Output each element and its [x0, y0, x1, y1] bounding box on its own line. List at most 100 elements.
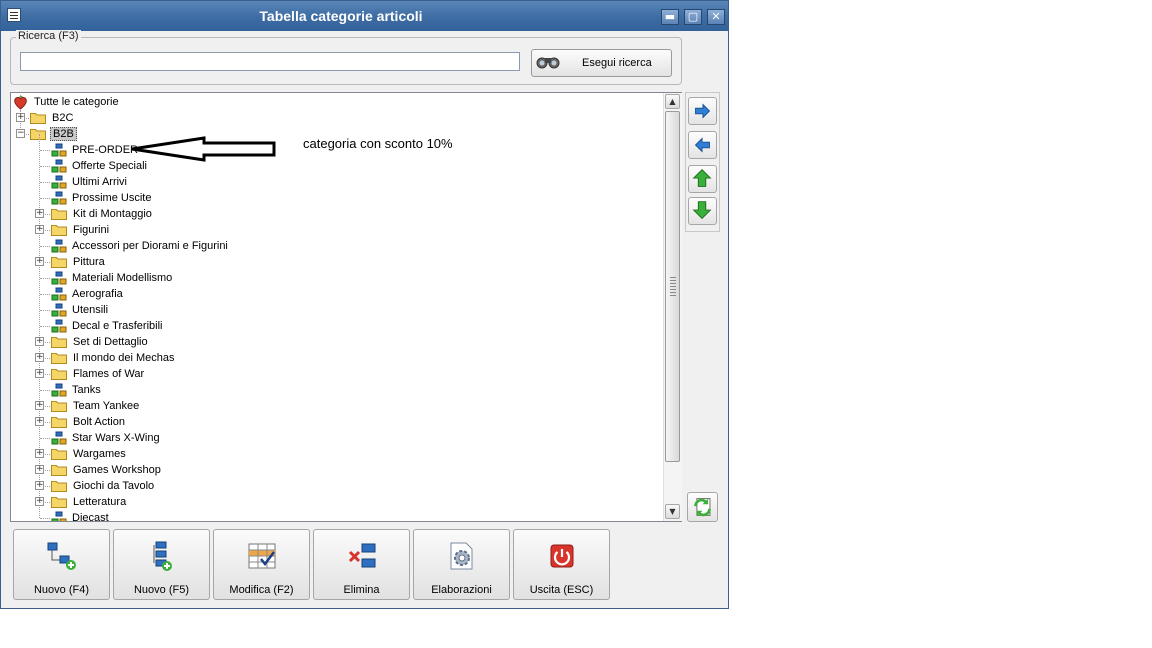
- tree-guide-line: [40, 246, 50, 247]
- category-node-icon: [51, 383, 67, 397]
- title-bar[interactable]: Tabella categorie articoli ▬ ▢ ✕: [1, 1, 728, 31]
- new-f5-label: Nuovo (F5): [133, 584, 190, 596]
- tree-guide-line: [40, 150, 50, 151]
- folder-icon: [51, 208, 67, 220]
- folder-icon: [51, 336, 67, 348]
- tree-item-category[interactable]: Aerografia: [70, 288, 125, 300]
- tree-item-category[interactable]: Figurini: [71, 224, 111, 236]
- new-f5-button[interactable]: Nuovo (F5): [113, 529, 210, 600]
- tree-item-category[interactable]: Decal e Trasferibili: [70, 320, 164, 332]
- search-button[interactable]: Esegui ricerca: [531, 49, 672, 77]
- tree-item-root[interactable]: Tutte le categorie: [32, 96, 121, 108]
- tree-item-category[interactable]: Il mondo dei Mechas: [71, 352, 177, 364]
- collapse-toggle[interactable]: −: [16, 129, 25, 138]
- tree-item-group[interactable]: B2B: [50, 127, 77, 141]
- tree-item-category[interactable]: Kit di Montaggio: [71, 208, 154, 220]
- tree-item-category[interactable]: Materiali Modellismo: [70, 272, 174, 284]
- tree-item-category[interactable]: Bolt Action: [71, 416, 127, 428]
- category-node-icon: [51, 159, 67, 173]
- processing-button[interactable]: Elaborazioni: [413, 529, 510, 600]
- search-legend: Ricerca (F3): [16, 30, 81, 42]
- scroll-down-arrow-icon[interactable]: ▼: [665, 504, 680, 519]
- folder-icon: [51, 480, 67, 492]
- category-node-icon: [51, 287, 67, 301]
- tree-item-category[interactable]: Ultimi Arrivi: [70, 176, 129, 188]
- scroll-up-arrow-icon[interactable]: ▲: [665, 94, 680, 109]
- new-node-icon: [47, 542, 76, 570]
- annotation-arrow: [131, 136, 276, 162]
- edit-button[interactable]: Modifica (F2): [213, 529, 310, 600]
- exit-power-icon: [550, 544, 574, 568]
- expand-toggle[interactable]: +: [35, 497, 44, 506]
- tree-item-category[interactable]: Games Workshop: [71, 464, 163, 476]
- folder-icon: [51, 368, 67, 380]
- move-right-button[interactable]: [688, 97, 717, 125]
- tree-guide-line: [40, 182, 50, 183]
- tree-item-category[interactable]: Tanks: [70, 384, 103, 396]
- tree-guide-line: [40, 326, 50, 327]
- scroll-thumb[interactable]: [665, 111, 680, 462]
- category-node-icon: [51, 303, 67, 317]
- window-title: Tabella categorie articoli: [259, 8, 423, 24]
- tree-item-category[interactable]: Wargames: [71, 448, 128, 460]
- tree-guide-line: [40, 294, 50, 295]
- expand-toggle[interactable]: +: [35, 417, 44, 426]
- expand-toggle[interactable]: +: [35, 257, 44, 266]
- tree-vertical-scrollbar[interactable]: ▲ ▼: [663, 93, 682, 521]
- exit-button[interactable]: Uscita (ESC): [513, 529, 610, 600]
- tree-item-group[interactable]: B2C: [50, 112, 75, 124]
- expand-toggle[interactable]: +: [35, 465, 44, 474]
- tree-item-category[interactable]: Accessori per Diorami e Figurini: [70, 240, 230, 252]
- delete-label: Elimina: [343, 584, 380, 596]
- expand-toggle[interactable]: +: [35, 353, 44, 362]
- edit-label: Modifica (F2): [229, 584, 294, 596]
- binoculars-icon: [536, 57, 560, 69]
- move-left-button[interactable]: [688, 131, 717, 159]
- tree-item-category[interactable]: Letteratura: [71, 496, 128, 508]
- expand-toggle[interactable]: +: [35, 449, 44, 458]
- folder-icon: [51, 416, 67, 428]
- arrow-up-icon: [692, 169, 712, 187]
- processing-label: Elaborazioni: [431, 584, 492, 596]
- arrow-right-icon: [695, 103, 711, 119]
- move-up-button[interactable]: [688, 165, 717, 193]
- new-f4-button[interactable]: Nuovo (F4): [13, 529, 110, 600]
- expand-toggle[interactable]: +: [35, 481, 44, 490]
- expand-toggle[interactable]: +: [35, 369, 44, 378]
- minimize-button[interactable]: ▬: [661, 9, 679, 25]
- category-tree[interactable]: Tutte le categorie + B2C − B2B PRE-ORDER Offer…: [10, 92, 682, 522]
- tree-item-category[interactable]: Prossime Uscite: [70, 192, 153, 204]
- tree-item-category[interactable]: Diecast: [70, 512, 111, 521]
- close-button[interactable]: ✕: [707, 9, 725, 25]
- search-input[interactable]: [20, 52, 520, 71]
- tree-item-category[interactable]: Set di Dettaglio: [71, 336, 150, 348]
- expand-toggle[interactable]: +: [16, 113, 25, 122]
- expand-toggle[interactable]: +: [35, 337, 44, 346]
- tree-item-category[interactable]: Utensili: [70, 304, 110, 316]
- folder-icon: [51, 464, 67, 476]
- tree-item-category[interactable]: Flames of War: [71, 368, 146, 380]
- refresh-icon: [694, 498, 711, 517]
- folder-icon: [51, 352, 67, 364]
- tree-item-category[interactable]: Star Wars X-Wing: [70, 432, 162, 444]
- tree-item-category[interactable]: Team Yankee: [71, 400, 141, 412]
- delete-node-icon: [348, 543, 376, 568]
- expand-toggle[interactable]: +: [35, 401, 44, 410]
- expand-toggle[interactable]: +: [35, 209, 44, 218]
- tree-item-category[interactable]: Giochi da Tavolo: [71, 480, 156, 492]
- process-gear-icon: [450, 542, 473, 570]
- folder-icon: [30, 112, 46, 124]
- tree-guide-line: [40, 310, 50, 311]
- category-node-icon: [51, 319, 67, 333]
- delete-button[interactable]: Elimina: [313, 529, 410, 600]
- maximize-button[interactable]: ▢: [684, 9, 702, 25]
- expand-toggle[interactable]: +: [35, 225, 44, 234]
- category-node-icon: [51, 431, 67, 445]
- tree-item-category[interactable]: Pittura: [71, 256, 107, 268]
- tree-guide-line: [40, 438, 50, 439]
- move-down-button[interactable]: [688, 197, 717, 225]
- refresh-button[interactable]: [687, 492, 718, 522]
- exit-label: Uscita (ESC): [529, 584, 594, 596]
- search-button-label: Esegui ricerca: [582, 57, 652, 69]
- category-node-icon: [51, 175, 67, 189]
